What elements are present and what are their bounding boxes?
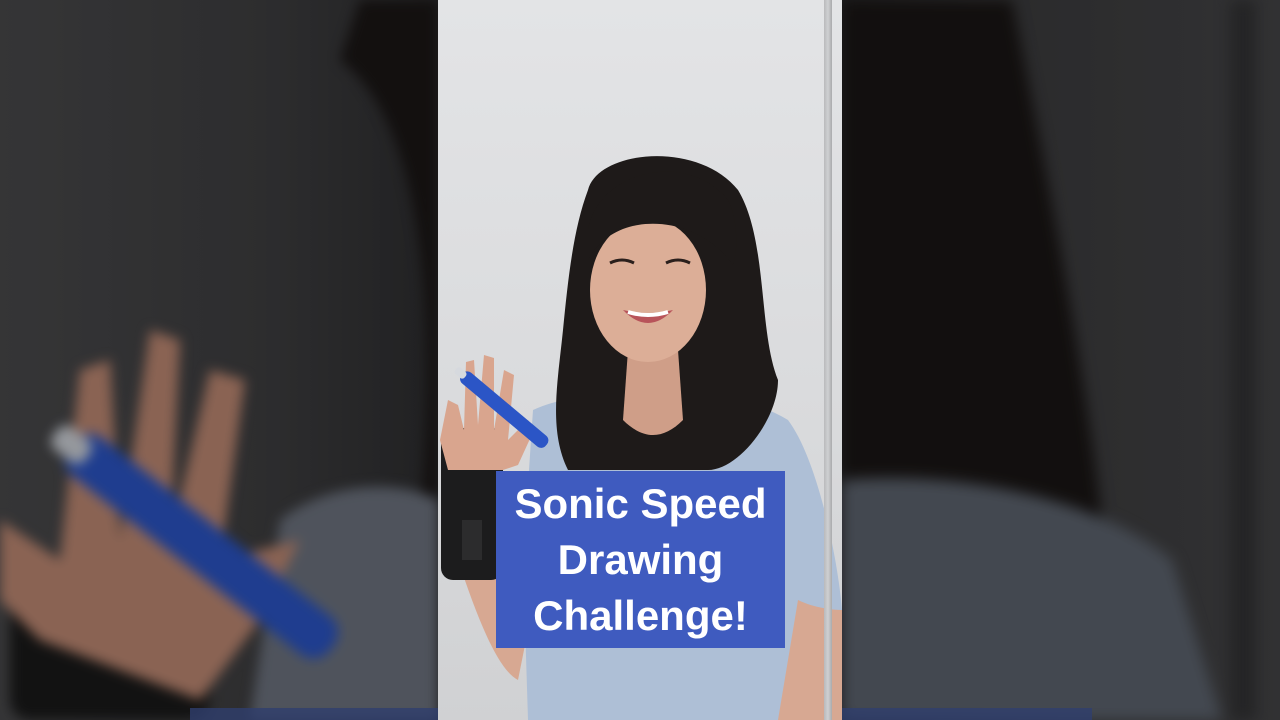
caption-line-1: Sonic Speed — [514, 479, 767, 527]
blurred-background-left — [0, 0, 438, 720]
caption-line-2: Drawing — [557, 535, 724, 583]
caption-box: Sonic Speed Drawing Challenge! — [496, 471, 785, 648]
caption-line-3: Challenge! — [533, 591, 748, 639]
blurred-background-right — [842, 0, 1280, 720]
door-frame — [824, 0, 832, 720]
video-frame: Sonic Speed Drawing Challenge! — [0, 0, 1280, 720]
